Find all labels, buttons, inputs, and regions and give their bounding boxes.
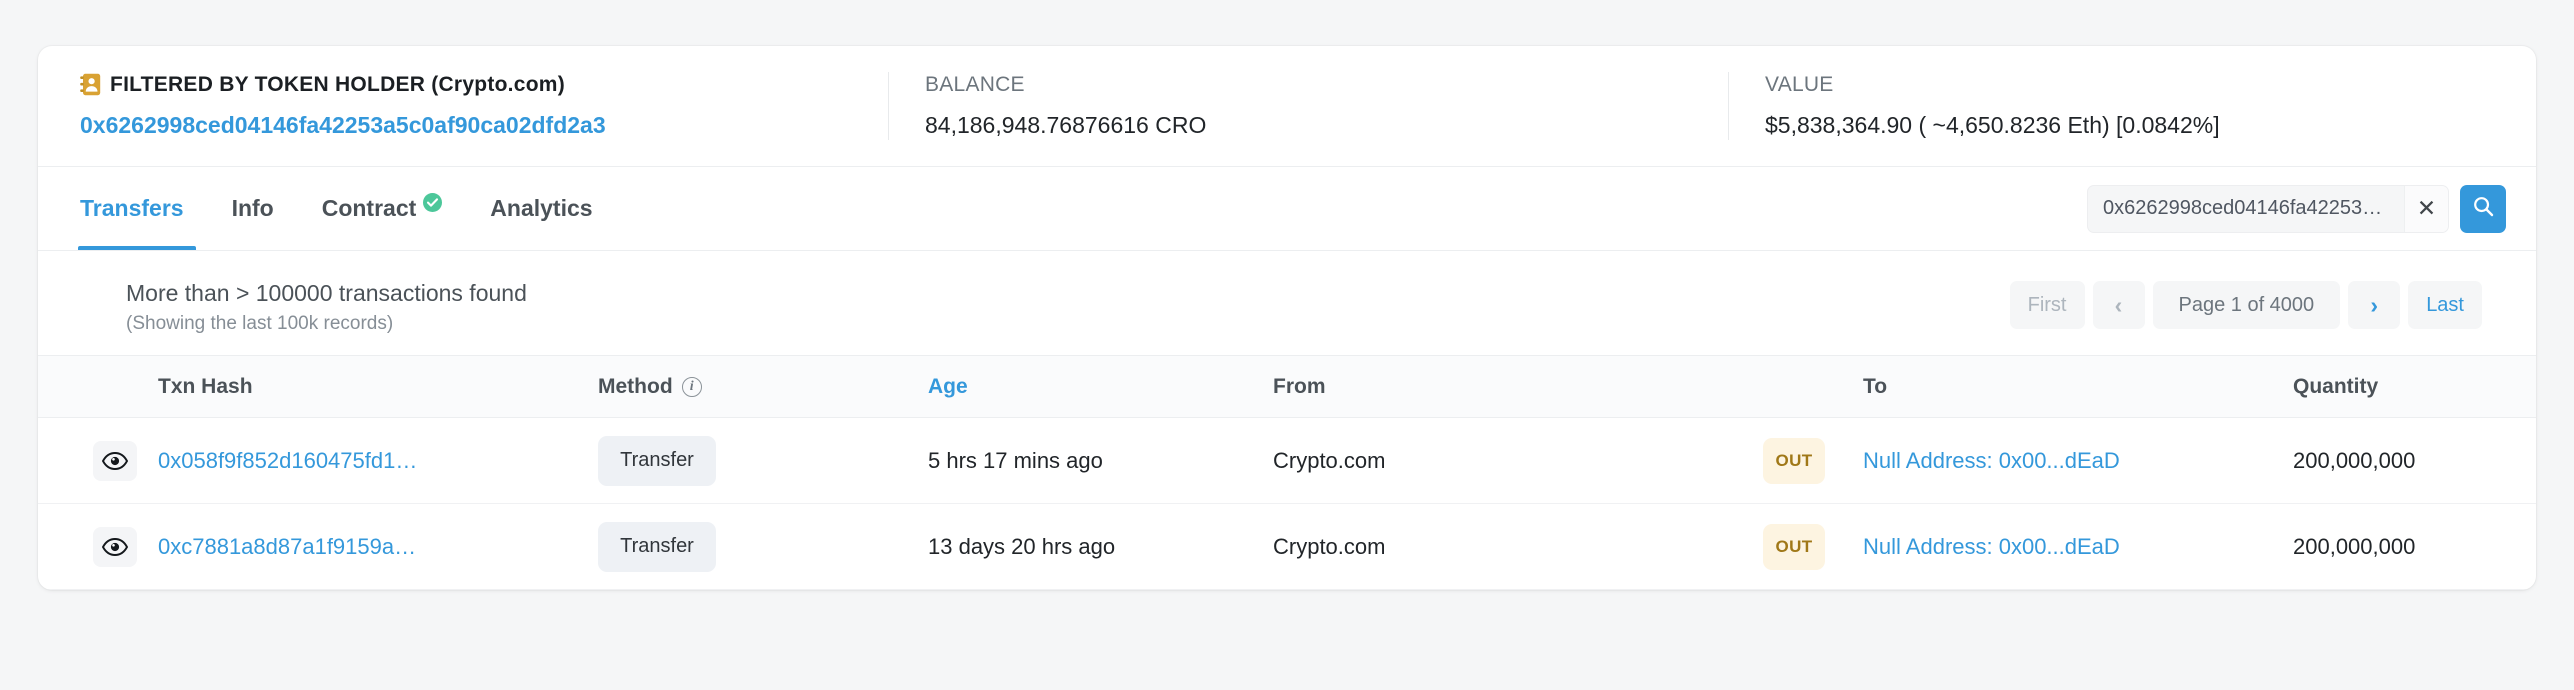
row-hash-cell: 0x058f9f852d160475fd1… [148,417,588,504]
method-badge: Transfer [598,435,716,486]
col-header-from-label: From [1273,374,1326,398]
pagination-last-button[interactable]: Last [2408,281,2482,329]
table-body: 0x058f9f852d160475fd1… Transfer 5 hrs 17… [38,417,2536,590]
col-header-quantity: Quantity [2283,355,2536,418]
search-icon [2472,195,2495,223]
transaction-count-block: More than > 100000 transactions found (S… [68,277,527,337]
table-head: Txn Hash Method i Age From To Quantity [38,355,2536,418]
pagination-prev-button[interactable]: ‹ [2092,281,2145,329]
holder-address-link[interactable]: 0x6262998ced04146fa42253a5c0af90ca02dfd2… [80,112,606,138]
tab-transfers[interactable]: Transfers [68,167,208,250]
eye-icon[interactable] [93,526,137,567]
row-from-cell: Crypto.com [1263,417,1753,504]
row-quantity-cell: 200,000,000 [2283,503,2536,590]
row-method-cell: Transfer [588,417,918,504]
table-row: 0x058f9f852d160475fd1… Transfer 5 hrs 17… [38,417,2536,504]
pagination-first-button[interactable]: First [2009,281,2085,329]
col-header-direction [1753,355,1853,418]
col-header-method-label: Method [598,374,673,398]
transfers-table: Txn Hash Method i Age From To Quantity 0… [38,355,2536,590]
page-root: FILTERED BY TOKEN HOLDER (Crypto.com) 0x… [0,0,2574,690]
search-field[interactable]: ✕ [2087,184,2449,233]
col-header-quantity-label: Quantity [2293,374,2379,398]
col-header-method: Method i [588,355,918,418]
pagination-page-label: Page 1 of 4000 [2152,281,2341,329]
row-direction-cell: OUT [1753,503,1853,590]
col-header-eye [38,355,148,418]
tabs-row: Transfers Info Contract Analytics 0x6262… [38,167,2536,251]
to-address-link[interactable]: Null Address: 0x00...dEaD [1863,448,2120,473]
value-label: VALUE [1765,73,1834,96]
row-age-cell: 5 hrs 17 mins ago [918,417,1263,504]
filtered-by-holder-text: FILTERED BY TOKEN HOLDER (Crypto.com) [110,73,565,96]
txn-hash-link[interactable]: 0x058f9f852d160475fd1… [158,448,417,473]
col-header-txn-hash-label: Txn Hash [158,374,253,398]
tab-transfers-label: Transfers [80,195,184,221]
verified-check-icon [423,191,443,212]
row-age-cell: 13 days 20 hrs ago [918,503,1263,590]
quantity-text: 200,000,000 [2293,447,2416,473]
eye-icon[interactable] [93,440,137,481]
direction-badge: OUT [1763,437,1825,484]
row-eye-cell [38,417,148,504]
search-area: ✕ [2087,184,2506,233]
txn-hash-link[interactable]: 0xc7881a8d87a1f9159a… [158,534,416,559]
quantity-text: 200,000,000 [2293,533,2416,559]
transaction-count-text: More than > 100000 transactions found [126,280,527,306]
token-transfers-card: FILTERED BY TOKEN HOLDER (Crypto.com) 0x… [38,46,2536,590]
tab-contract-label: Contract [321,195,417,221]
tab-analytics-label: Analytics [490,195,593,221]
table-toolbar: More than > 100000 transactions found (S… [38,251,2536,355]
balance-label: BALANCE [925,73,1025,96]
tab-analytics[interactable]: Analytics [466,167,616,250]
method-badge: Transfer [598,521,716,572]
info-icon[interactable]: i [681,376,702,397]
tab-info[interactable]: Info [208,167,298,250]
col-header-to-label: To [1863,374,1888,398]
table-row: 0xc7881a8d87a1f9159a… Transfer 13 days 2… [38,503,2536,590]
summary-balance-block: BALANCE 84,186,948.76876616 CRO [888,72,1728,140]
summary-holder-block: FILTERED BY TOKEN HOLDER (Crypto.com) 0x… [68,72,888,140]
clear-search-icon[interactable]: ✕ [2404,185,2448,232]
filtered-by-holder-label: FILTERED BY TOKEN HOLDER (Crypto.com) [80,72,868,98]
search-submit-button[interactable] [2460,184,2506,233]
col-header-from: From [1263,355,1753,418]
summary-value-block: VALUE $5,838,364.90 ( ~4,650.8236 Eth) [… [1728,72,2506,140]
address-book-icon [80,73,101,96]
tab-contract[interactable]: Contract [298,167,467,250]
balance-value: 84,186,948.76876616 CRO [925,112,1207,138]
from-text: Crypto.com [1273,447,1386,473]
row-eye-cell [38,503,148,590]
from-text: Crypto.com [1273,533,1386,559]
age-text: 13 days 20 hrs ago [928,533,1116,559]
age-text: 5 hrs 17 mins ago [928,447,1103,473]
tab-info-label: Info [231,195,274,221]
row-direction-cell: OUT [1753,417,1853,504]
to-address-link[interactable]: Null Address: 0x00...dEaD [1863,534,2120,559]
row-hash-cell: 0xc7881a8d87a1f9159a… [148,503,588,590]
row-to-cell: Null Address: 0x00...dEaD [1853,503,2283,590]
value-amount: $5,838,364.90 ( ~4,650.8236 Eth) [0.0842… [1765,112,2220,138]
pagination-next-button[interactable]: › [2348,281,2401,329]
row-from-cell: Crypto.com [1263,503,1753,590]
summary-header: FILTERED BY TOKEN HOLDER (Crypto.com) 0x… [38,46,2536,167]
col-header-txn-hash: Txn Hash [148,355,588,418]
col-header-to: To [1853,355,2283,418]
col-header-age[interactable]: Age [918,355,1263,418]
row-quantity-cell: 200,000,000 [2283,417,2536,504]
search-input[interactable] [2088,197,2404,220]
row-to-cell: Null Address: 0x00...dEaD [1853,417,2283,504]
tab-list: Transfers Info Contract Analytics [68,167,617,250]
transaction-count-subtext: (Showing the last 100k records) [126,313,394,334]
table-header-row: Txn Hash Method i Age From To Quantity [38,355,2536,418]
direction-badge: OUT [1763,523,1825,570]
col-header-age-label: Age [928,374,968,398]
pagination: First ‹ Page 1 of 4000 › Last [2009,277,2506,329]
row-method-cell: Transfer [588,503,918,590]
